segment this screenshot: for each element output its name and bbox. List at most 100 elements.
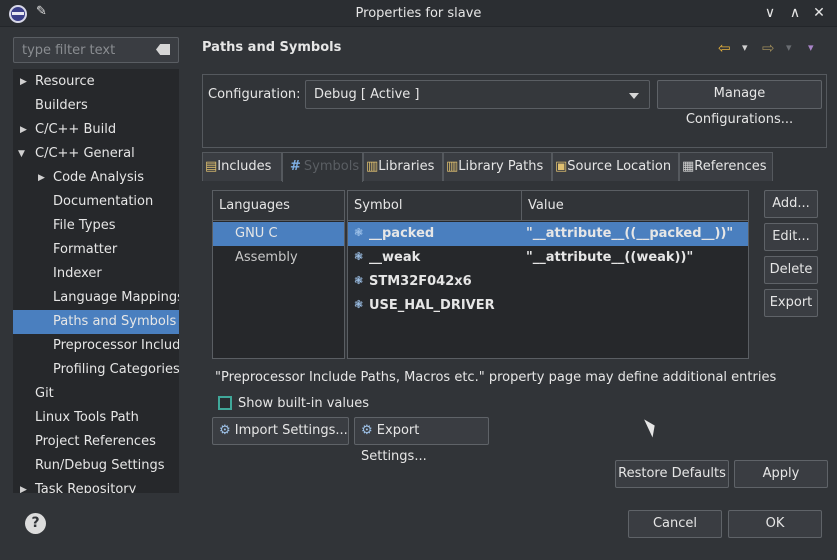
help-icon[interactable]: ? — [25, 513, 46, 534]
tree-item-file-types[interactable]: File Types — [13, 214, 179, 238]
collapse-arrow-icon[interactable]: ▼ — [18, 142, 30, 166]
tree-item-indexer[interactable]: Indexer — [13, 262, 179, 286]
tree-item-label: Language Mappings — [53, 290, 179, 305]
symbol-icon: ❃ — [354, 226, 364, 239]
export-icon: ⚙ — [361, 423, 373, 438]
tab-label: Includes — [217, 159, 272, 174]
export-button[interactable]: Export — [764, 289, 818, 317]
tab-source-location[interactable]: ▣Source Location — [552, 152, 679, 181]
language-assembly[interactable]: Assembly — [213, 246, 344, 270]
table-row[interactable]: ❃ __weak "__attribute__((weak))" — [348, 246, 748, 270]
tree-item-task-repository[interactable]: ▶ Task Repository — [13, 478, 179, 493]
tab-references[interactable]: ▦References — [679, 152, 773, 181]
filter-input[interactable] — [22, 41, 152, 59]
includes-icon: ▤ — [205, 159, 218, 174]
show-builtin-checkbox[interactable] — [218, 396, 232, 410]
tree-item-resource[interactable]: ▶ Resource — [13, 70, 179, 94]
tab-label: Source Location — [567, 159, 672, 174]
symbol-value: "__attribute__((weak))" — [526, 250, 694, 265]
references-icon: ▦ — [682, 159, 695, 174]
cursor-icon — [644, 416, 659, 438]
back-menu-icon[interactable]: ▾ — [742, 39, 748, 57]
cancel-button[interactable]: Cancel — [628, 510, 722, 538]
view-menu-icon[interactable]: ▾ — [808, 39, 814, 57]
info-note: "Preprocessor Include Paths, Macros etc.… — [215, 370, 777, 385]
tree-item-label: Linux Tools Path — [35, 410, 139, 425]
delete-button[interactable]: Delete — [764, 256, 818, 284]
language-gnu-c[interactable]: GNU C — [213, 222, 344, 246]
tree-item-language-mappings[interactable]: Language Mappings — [13, 286, 179, 310]
add-button[interactable]: Add... — [764, 190, 818, 218]
tree-item-label: Profiling Categories — [53, 362, 179, 377]
tree-item-preprocessor-include[interactable]: Preprocessor Include — [13, 334, 179, 358]
restore-defaults-button[interactable]: Restore Defaults — [615, 460, 729, 488]
tab-label: Libraries — [378, 159, 435, 174]
filter-box — [13, 37, 179, 63]
ok-button[interactable]: OK — [728, 510, 822, 538]
configuration-value: Debug [ Active ] — [314, 87, 420, 102]
tree-item-label: Documentation — [53, 194, 154, 209]
forward-arrow-icon[interactable]: ⇨ — [762, 39, 775, 57]
tree-item-profiling-categories[interactable]: Profiling Categories — [13, 358, 179, 382]
value-column-header[interactable]: Value — [522, 191, 748, 221]
tab-label: Symbols — [303, 159, 360, 174]
edit-button[interactable]: Edit... — [764, 223, 818, 251]
tree-item-label: Formatter — [53, 242, 118, 257]
tree-item-label: Run/Debug Settings — [35, 458, 165, 473]
symbols-table: Symbol Value ❃ __packed "__attribute__((… — [347, 190, 749, 359]
chevron-down-icon — [629, 93, 639, 99]
hash-icon: # — [290, 159, 301, 174]
tree-item-cpp-build[interactable]: ▶ C/C++ Build — [13, 118, 179, 142]
tree-item-builders[interactable]: Builders — [13, 94, 179, 118]
configuration-label: Configuration: — [208, 87, 301, 102]
close-icon[interactable]: ✕ — [809, 3, 829, 23]
tree-item-label: Preprocessor Include — [53, 338, 179, 353]
tree-item-label: Builders — [35, 98, 88, 113]
manage-configurations-button[interactable]: Manage Configurations... — [657, 80, 822, 127]
page-title: Paths and Symbols — [202, 40, 342, 55]
tree-item-project-references[interactable]: Project References — [13, 430, 179, 454]
tree-item-label: Resource — [35, 74, 95, 89]
tree-item-label: Paths and Symbols — [53, 314, 177, 329]
table-row[interactable]: ❃ __packed "__attribute__((__packed__))" — [348, 222, 748, 246]
tree-item-label: Code Analysis — [53, 170, 144, 185]
tab-includes[interactable]: ▤Includes — [202, 152, 282, 181]
tree-item-label: Project References — [35, 434, 156, 449]
tab-symbols[interactable]: # Symbols — [282, 152, 363, 182]
tree-item-run-debug-settings[interactable]: Run/Debug Settings — [13, 454, 179, 478]
minimize-icon[interactable]: ∨ — [760, 3, 780, 23]
tree-item-code-analysis[interactable]: ▶ Code Analysis — [13, 166, 179, 190]
symbol-name: __packed — [369, 226, 435, 241]
back-arrow-icon[interactable]: ⇦ — [718, 39, 731, 57]
tab-bar: ▤Includes # Symbols ▥Libraries ▥Library P… — [202, 152, 827, 182]
tree-item-paths-and-symbols[interactable]: Paths and Symbols — [13, 310, 179, 334]
expand-arrow-icon[interactable]: ▶ — [20, 118, 32, 142]
tree-item-documentation[interactable]: Documentation — [13, 190, 179, 214]
expand-arrow-icon[interactable]: ▶ — [20, 70, 32, 94]
tab-library-paths[interactable]: ▥Library Paths — [443, 152, 552, 181]
tree-item-label: Indexer — [53, 266, 102, 281]
configuration-select[interactable]: Debug [ Active ] — [305, 80, 650, 109]
tree-item-git[interactable]: Git — [13, 382, 179, 406]
maximize-icon[interactable]: ∧ — [785, 3, 805, 23]
symbol-column-header[interactable]: Symbol — [348, 191, 522, 221]
export-settings-button[interactable]: ⚙ Export Settings... — [354, 417, 489, 464]
library-paths-icon: ▥ — [446, 159, 459, 174]
apply-button[interactable]: Apply — [734, 460, 828, 488]
tab-label: Library Paths — [458, 159, 544, 174]
show-builtin-label[interactable]: Show built-in values — [238, 396, 369, 411]
expand-arrow-icon[interactable]: ▶ — [20, 478, 32, 493]
tree-item-linux-tools-path[interactable]: Linux Tools Path — [13, 406, 179, 430]
table-row[interactable]: ❃ USE_HAL_DRIVER — [348, 294, 748, 318]
symbol-value: "__attribute__((__packed__))" — [526, 226, 734, 241]
tab-libraries[interactable]: ▥Libraries — [363, 152, 443, 181]
forward-menu-icon[interactable]: ▾ — [786, 39, 792, 57]
import-settings-button[interactable]: ⚙ Import Settings... — [212, 417, 349, 445]
tree-item-cpp-general[interactable]: ▼ C/C++ General — [13, 142, 179, 166]
tree-item-formatter[interactable]: Formatter — [13, 238, 179, 262]
expand-arrow-icon[interactable]: ▶ — [38, 166, 50, 190]
clear-filter-icon[interactable] — [156, 44, 170, 55]
languages-header: Languages — [213, 191, 344, 221]
table-row[interactable]: ❃ STM32F042x6 — [348, 270, 748, 294]
tree-item-label: Task Repository — [35, 482, 137, 493]
